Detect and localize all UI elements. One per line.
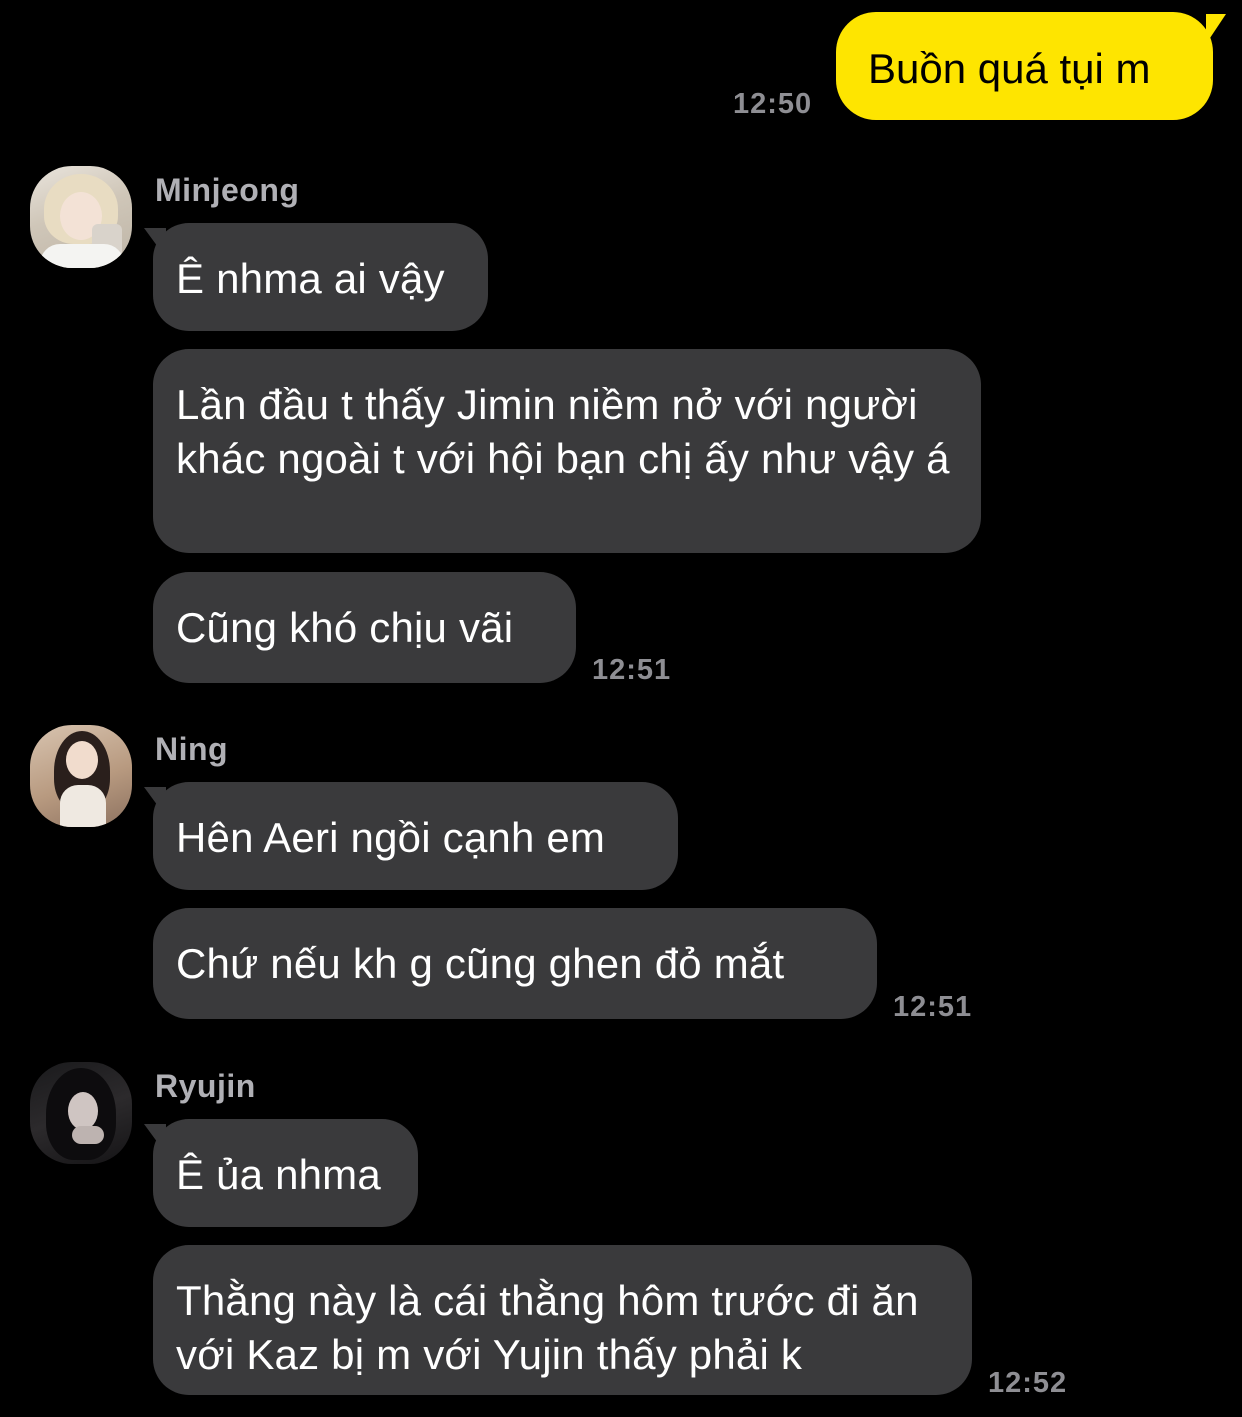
message-text: Ê ủa nhma: [176, 1151, 381, 1198]
incoming-message-bubble[interactable]: Ê ủa nhma: [153, 1119, 418, 1227]
message-text: Thằng này là cái thằng hôm trước đi ăn v…: [176, 1277, 919, 1378]
avatar[interactable]: [30, 1062, 132, 1164]
incoming-message-bubble[interactable]: Cũng khó chịu vãi: [153, 572, 576, 683]
avatar[interactable]: [30, 166, 132, 268]
bubble-tail: [1206, 14, 1226, 44]
sender-name: Ning: [155, 731, 229, 767]
timestamp: 12:51: [592, 654, 672, 686]
incoming-message-bubble[interactable]: Chứ nếu kh g cũng ghen đỏ mắt: [153, 908, 877, 1019]
sender-name: Ryujin: [155, 1068, 256, 1104]
incoming-message-bubble[interactable]: Lần đầu t thấy Jimin niềm nở với người k…: [153, 349, 981, 553]
incoming-message-bubble[interactable]: Hên Aeri ngồi cạnh em: [153, 782, 678, 890]
timestamp: 12:50: [733, 88, 813, 120]
timestamp: 12:51: [893, 991, 973, 1023]
message-text: Cũng khó chịu vãi: [176, 604, 514, 651]
message-text: Hên Aeri ngồi cạnh em: [176, 814, 606, 861]
message-text: Chứ nếu kh g cũng ghen đỏ mắt: [176, 940, 785, 987]
outgoing-message-bubble[interactable]: Buồn quá tụi m: [836, 12, 1213, 120]
message-text: Buồn quá tụi m: [868, 45, 1151, 92]
message-text: Ê nhma ai vậy: [176, 255, 445, 302]
incoming-message-bubble[interactable]: Thằng này là cái thằng hôm trước đi ăn v…: [153, 1245, 972, 1395]
sender-name: Minjeong: [155, 172, 300, 208]
message-text: Lần đầu t thấy Jimin niềm nở với người k…: [176, 381, 950, 482]
avatar[interactable]: [30, 725, 132, 827]
incoming-message-bubble[interactable]: Ê nhma ai vậy: [153, 223, 488, 331]
timestamp: 12:52: [988, 1367, 1068, 1399]
